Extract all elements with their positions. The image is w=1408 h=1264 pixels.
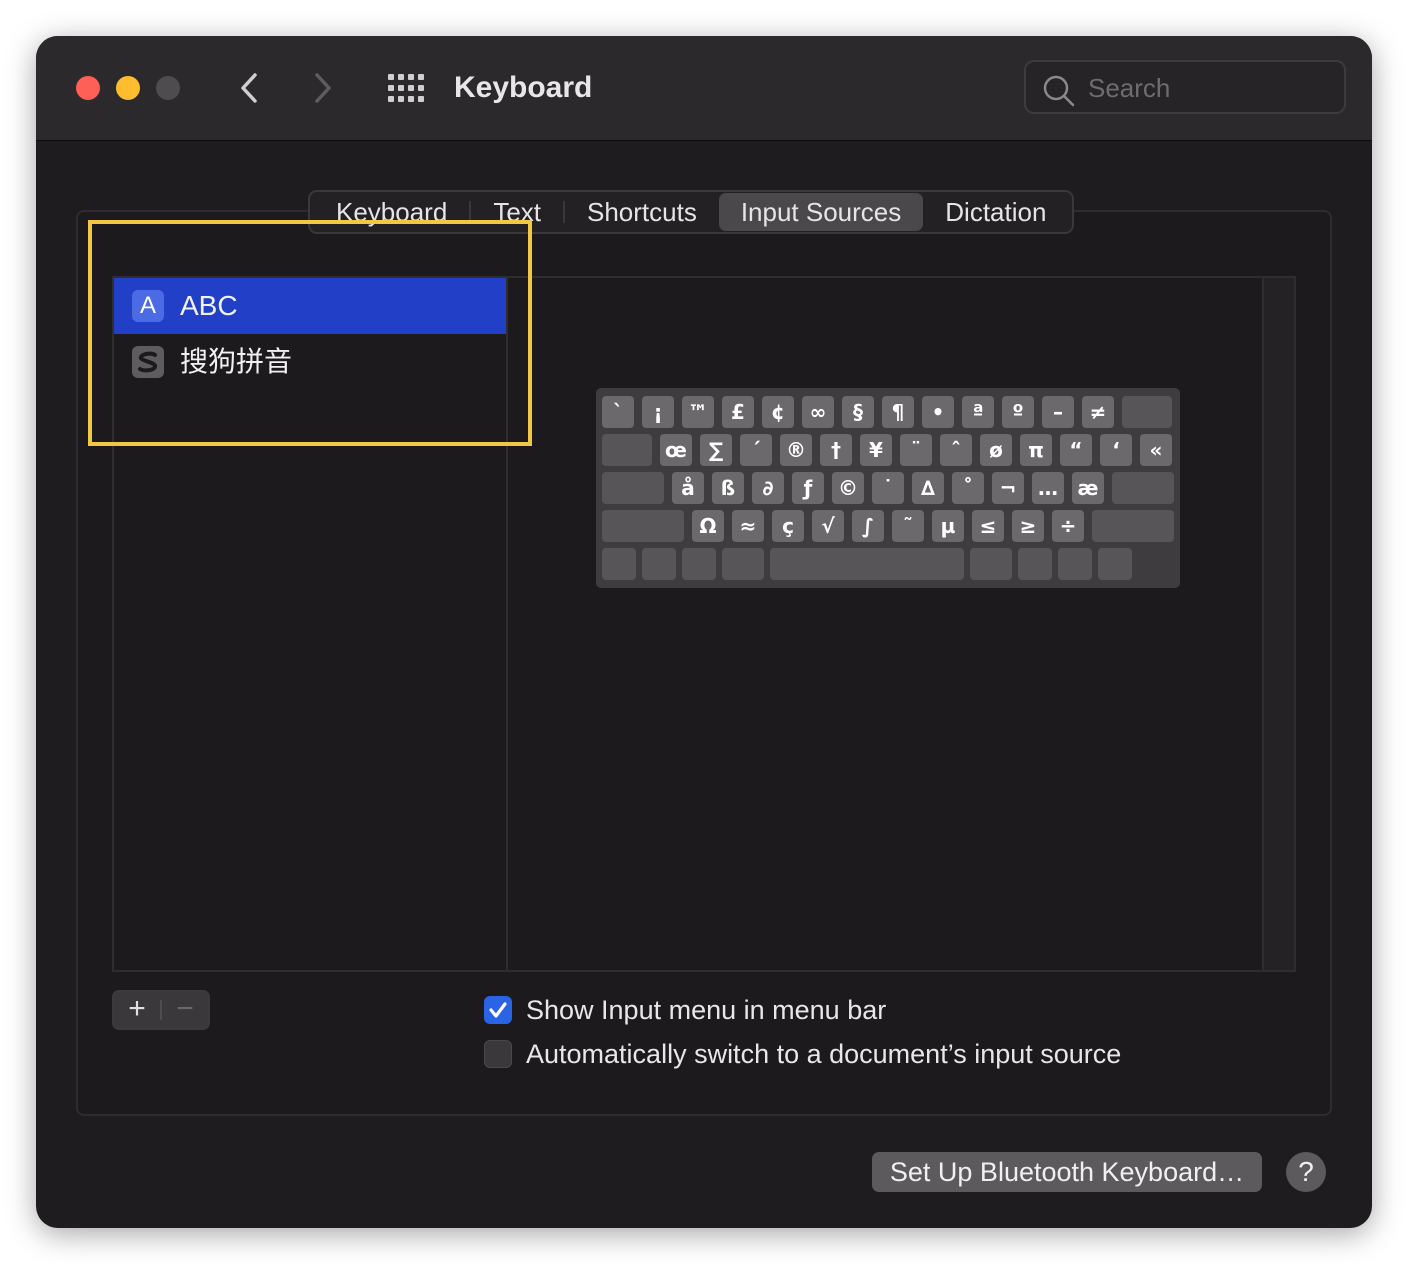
setup-bluetooth-keyboard-button[interactable]: Set Up Bluetooth Keyboard… <box>872 1152 1262 1192</box>
keyboard-key <box>1092 510 1174 542</box>
keyboard-key: π <box>1020 434 1052 466</box>
keyboard-key: ¥ <box>860 434 892 466</box>
keyboard-key: ‘ <box>1100 434 1132 466</box>
preview-scrollbar[interactable] <box>1262 278 1294 970</box>
window-title: Keyboard <box>454 71 593 104</box>
keyboard-key: œ <box>660 434 692 466</box>
tab-input-sources[interactable]: Input Sources <box>718 193 924 231</box>
chevron-left-icon <box>241 73 257 103</box>
keyboard-key: ® <box>780 434 812 466</box>
keyboard-key: ¶ <box>882 396 914 428</box>
keyboard-key: å <box>672 472 704 504</box>
keyboard-key: ≥ <box>1012 510 1044 542</box>
forward-button[interactable] <box>302 68 342 108</box>
chevron-right-icon <box>315 73 331 103</box>
keyboard-key: « <box>1140 434 1172 466</box>
add-remove-control: + − <box>112 990 210 1030</box>
keyboard-key: ß <box>712 472 744 504</box>
show-input-menu-checkbox[interactable] <box>484 996 512 1024</box>
keyboard-key: µ <box>932 510 964 542</box>
keyboard-key: ˆ <box>940 434 972 466</box>
keyboard-key <box>1112 472 1174 504</box>
keyboard-key <box>602 434 652 466</box>
keyboard-key: ™ <box>682 396 714 428</box>
keyboard-key: § <box>842 396 874 428</box>
keyboard-key <box>682 548 716 580</box>
add-input-source-button[interactable]: + <box>114 992 160 1028</box>
keyboard-key <box>1098 548 1132 580</box>
keyboard-key: ∞ <box>802 396 834 428</box>
keyboard-key <box>602 472 664 504</box>
keyboard-key: ÷ <box>1052 510 1084 542</box>
keyboard-key: º <box>1002 396 1034 428</box>
keyboard-key <box>970 548 1012 580</box>
keyboard-key: ∫ <box>852 510 884 542</box>
keyboard-key <box>770 548 964 580</box>
auto-switch-label: Automatically switch to a document’s inp… <box>526 1039 1122 1069</box>
keyboard-key: ø <box>980 434 1012 466</box>
keyboard-key: ˚ <box>952 472 984 504</box>
keyboard-key: ª <box>962 396 994 428</box>
keyboard-key: ∆ <box>912 472 944 504</box>
keyboard-key: “ <box>1060 434 1092 466</box>
keyboard-key <box>642 548 676 580</box>
tab-shortcuts[interactable]: Shortcuts <box>565 193 719 231</box>
keyboard-key: ¬ <box>992 472 1024 504</box>
keyboard-key: … <box>1032 472 1064 504</box>
help-button[interactable]: ? <box>1286 1152 1326 1192</box>
zoom-window-button[interactable] <box>156 76 180 100</box>
keyboard-key: Ω <box>692 510 724 542</box>
keyboard-layout-preview: ` ¡ ™ £ ¢ ∞ § ¶ • ª º – ≠ œ ∑ ´ ® † ¥ ¨ ˆ ø π “‘« å ß ∂ ƒ © ˙ ∆ ˚ ¬… æ Ω ≈ ç… <box>506 276 1296 972</box>
show-input-menu-label: Show Input menu in menu bar <box>526 995 887 1025</box>
keyboard-preferences-window: Keyboard Keyboard Text Shortcuts Input S… <box>36 36 1372 1228</box>
keyboard-key: ∂ <box>752 472 784 504</box>
search-field[interactable] <box>1024 60 1346 114</box>
keyboard-key: ç <box>772 510 804 542</box>
search-input[interactable] <box>1086 70 1330 106</box>
search-icon <box>1043 75 1075 107</box>
keyboard-key: ƒ <box>792 472 824 504</box>
keyboard-key <box>602 510 684 542</box>
keyboard-key: ¡ <box>642 396 674 428</box>
keyboard-key <box>1018 548 1052 580</box>
keyboard-key: ` <box>602 396 634 428</box>
keyboard-key: ≠ <box>1082 396 1114 428</box>
show-all-grid-button[interactable] <box>388 74 424 102</box>
keyboard-key: √ <box>812 510 844 542</box>
close-window-button[interactable] <box>76 76 100 100</box>
keyboard-key <box>722 548 764 580</box>
keyboard-key: ˙ <box>872 472 904 504</box>
keyboard-key: £ <box>722 396 754 428</box>
keyboard-key: • <box>922 396 954 428</box>
keyboard-key: © <box>832 472 864 504</box>
tab-dictation[interactable]: Dictation <box>923 193 1068 231</box>
checkmark-icon <box>489 1002 507 1018</box>
auto-switch-checkbox[interactable] <box>484 1040 512 1068</box>
keyboard-key: – <box>1042 396 1074 428</box>
annotation-highlight-box <box>88 220 532 446</box>
keyboard-key: ≤ <box>972 510 1004 542</box>
minimize-window-button[interactable] <box>116 76 140 100</box>
keyboard-key <box>1058 548 1092 580</box>
keyboard-key: æ <box>1072 472 1104 504</box>
keyboard-key: ≈ <box>732 510 764 542</box>
keyboard-key: ¢ <box>762 396 794 428</box>
keyboard-key: ´ <box>740 434 772 466</box>
keyboard-key <box>602 548 636 580</box>
keyboard-key: ˜ <box>892 510 924 542</box>
keyboard-key: † <box>820 434 852 466</box>
keyboard-key: ¨ <box>900 434 932 466</box>
remove-input-source-button[interactable]: − <box>162 992 208 1028</box>
title-bar: Keyboard <box>36 36 1372 141</box>
back-button[interactable] <box>230 68 270 108</box>
grid-icon <box>388 74 424 102</box>
keyboard-viewer: ` ¡ ™ £ ¢ ∞ § ¶ • ª º – ≠ œ ∑ ´ ® † ¥ ¨ ˆ ø π “‘« å ß ∂ ƒ © ˙ ∆ ˚ ¬… æ Ω ≈ ç… <box>596 388 1180 588</box>
keyboard-key <box>1122 396 1172 428</box>
keyboard-key: ∑ <box>700 434 732 466</box>
